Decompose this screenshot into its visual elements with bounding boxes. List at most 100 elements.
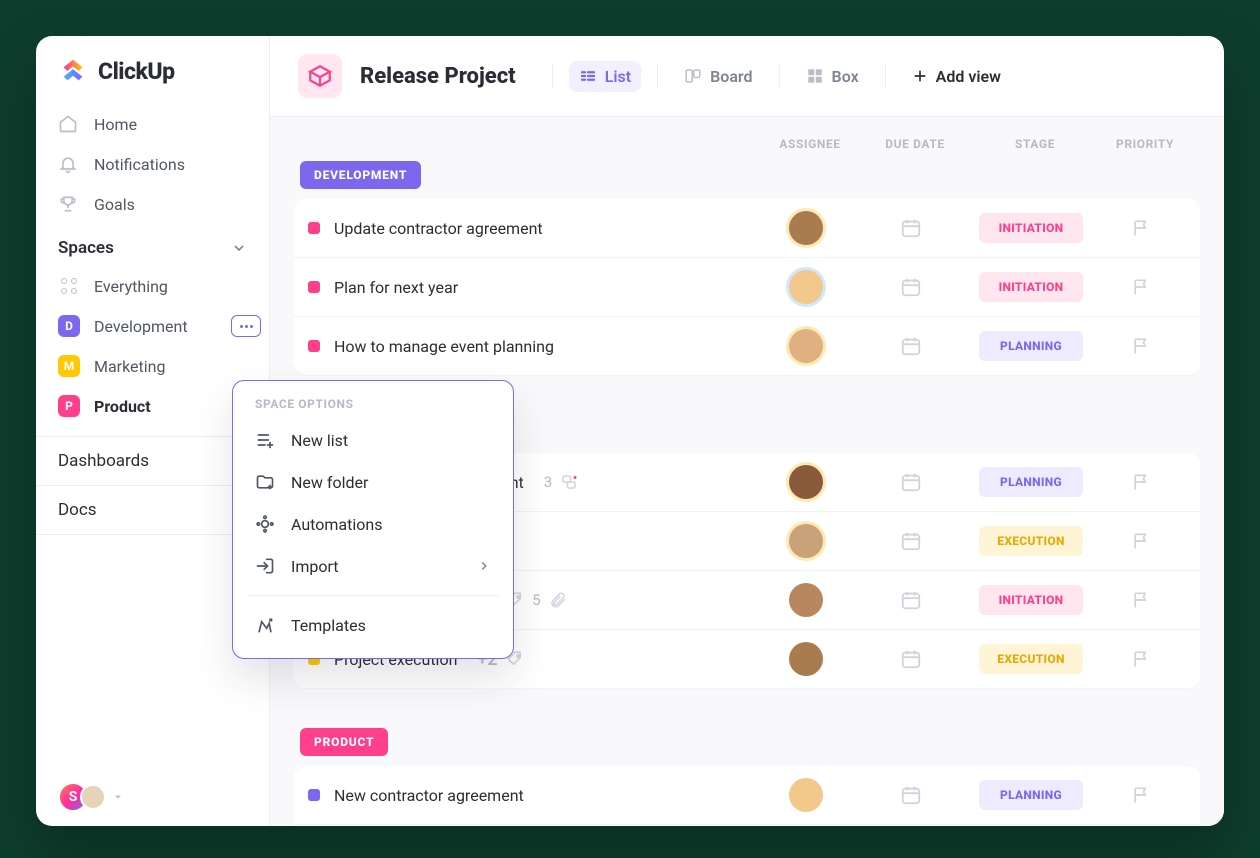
assignee-avatar[interactable] [789, 642, 823, 676]
space-development-more-button[interactable] [231, 315, 261, 337]
col-due-date: DUE DATE [860, 137, 970, 151]
status-square[interactable] [308, 222, 320, 234]
stage-chip[interactable]: INITIATION [979, 585, 1083, 615]
board-icon [684, 67, 702, 85]
cube-icon [307, 63, 333, 89]
assignee-avatar[interactable] [789, 211, 823, 245]
popover-automations[interactable]: Automations [243, 503, 503, 545]
stage-chip[interactable]: PLANNING [979, 467, 1083, 497]
flag-icon[interactable] [1131, 336, 1151, 356]
flag-icon[interactable] [1131, 649, 1151, 669]
popover-new-folder[interactable]: New folder [243, 461, 503, 503]
group-pill[interactable]: PRODUCT [300, 728, 388, 756]
priority-cell[interactable] [1096, 785, 1186, 805]
task-row[interactable]: Update contractor agreementINITIATION [294, 199, 1200, 258]
templates-icon [255, 615, 275, 635]
plus-icon [912, 68, 928, 84]
task-row[interactable]: How to manage event planningPLANNING [294, 317, 1200, 375]
priority-cell[interactable] [1096, 218, 1186, 238]
popover-new-list-label: New list [291, 431, 348, 450]
add-view-button[interactable]: Add view [902, 61, 1011, 92]
stage-chip[interactable]: INITIATION [979, 272, 1083, 302]
calendar-icon[interactable] [900, 217, 922, 239]
task-row[interactable]: New contractor agreementPLANNING [294, 766, 1200, 825]
assignee-avatar[interactable] [789, 778, 823, 812]
nav-notifications[interactable]: Notifications [36, 144, 269, 184]
priority-cell[interactable] [1096, 336, 1186, 356]
import-icon [255, 556, 275, 576]
flag-icon[interactable] [1131, 472, 1151, 492]
brand-logo[interactable]: ClickUp [36, 56, 269, 104]
priority-cell[interactable] [1096, 277, 1186, 297]
stage-chip[interactable]: EXECUTION [979, 644, 1083, 674]
app-window: ClickUp Home Notifications Goals Spaces … [36, 36, 1224, 826]
project-icon [298, 54, 342, 98]
flag-icon[interactable] [1131, 590, 1151, 610]
tab-board-label: Board [710, 67, 752, 86]
bell-icon [58, 154, 78, 174]
calendar-icon[interactable] [900, 335, 922, 357]
popover-import[interactable]: Import [243, 545, 503, 587]
flag-icon[interactable] [1131, 531, 1151, 551]
due-date-cell[interactable] [856, 784, 966, 806]
space-everything[interactable]: Everything [36, 266, 269, 306]
stage-chip[interactable]: EXECUTION [979, 526, 1083, 556]
calendar-icon[interactable] [900, 530, 922, 552]
assignee-avatar[interactable] [789, 524, 823, 558]
due-date-cell[interactable] [856, 217, 966, 239]
popover-templates-label: Templates [291, 616, 366, 635]
stage-chip[interactable]: PLANNING [979, 331, 1083, 361]
group-pill[interactable]: DEVELOPMENT [300, 161, 421, 189]
status-square[interactable] [308, 281, 320, 293]
chevron-right-icon [477, 559, 491, 573]
spaces-header[interactable]: Spaces [36, 224, 269, 266]
status-square[interactable] [308, 789, 320, 801]
priority-cell[interactable] [1096, 649, 1186, 669]
due-date-cell[interactable] [856, 471, 966, 493]
clickup-logo-icon [58, 56, 88, 86]
space-marketing[interactable]: M Marketing [36, 346, 269, 386]
project-title: Release Project [360, 64, 516, 89]
status-square[interactable] [308, 340, 320, 352]
col-assignee: ASSIGNEE [760, 137, 860, 151]
assignee-avatar[interactable] [789, 329, 823, 363]
nav-home[interactable]: Home [36, 104, 269, 144]
tab-box[interactable]: Box [796, 61, 869, 92]
tab-list[interactable]: List [569, 61, 641, 92]
workspace-switcher[interactable]: S [58, 782, 124, 812]
priority-cell[interactable] [1096, 531, 1186, 551]
due-date-cell[interactable] [856, 530, 966, 552]
due-date-cell[interactable] [856, 648, 966, 670]
task-row[interactable]: Refresh company websiteEXECUTION [294, 825, 1200, 826]
due-date-cell[interactable] [856, 276, 966, 298]
priority-cell[interactable] [1096, 472, 1186, 492]
assignee-avatar[interactable] [789, 270, 823, 304]
new-list-icon [255, 430, 275, 450]
popover-new-list[interactable]: New list [243, 419, 503, 461]
task-group: DEVELOPMENT Update contractor agreementIN… [294, 161, 1200, 375]
calendar-icon[interactable] [900, 648, 922, 670]
calendar-icon[interactable] [900, 784, 922, 806]
flag-icon[interactable] [1131, 218, 1151, 238]
due-date-cell[interactable] [856, 335, 966, 357]
priority-cell[interactable] [1096, 590, 1186, 610]
calendar-icon[interactable] [900, 589, 922, 611]
space-development[interactable]: D Development [36, 306, 269, 346]
task-row[interactable]: Plan for next yearINITIATION [294, 258, 1200, 317]
space-chip-m: M [58, 355, 80, 377]
assignee-avatar[interactable] [789, 465, 823, 499]
calendar-icon[interactable] [900, 276, 922, 298]
nav-goals[interactable]: Goals [36, 184, 269, 224]
space-chip-d: D [58, 315, 80, 337]
popover-import-label: Import [291, 557, 339, 576]
task-group: PRODUCT New contractor agreementPLANNINGR… [294, 728, 1200, 826]
stage-chip[interactable]: INITIATION [979, 213, 1083, 243]
popover-templates[interactable]: Templates [243, 604, 503, 646]
tab-board[interactable]: Board [674, 61, 762, 92]
flag-icon[interactable] [1131, 785, 1151, 805]
flag-icon[interactable] [1131, 277, 1151, 297]
assignee-avatar[interactable] [789, 583, 823, 617]
stage-chip[interactable]: PLANNING [979, 780, 1083, 810]
calendar-icon[interactable] [900, 471, 922, 493]
due-date-cell[interactable] [856, 589, 966, 611]
